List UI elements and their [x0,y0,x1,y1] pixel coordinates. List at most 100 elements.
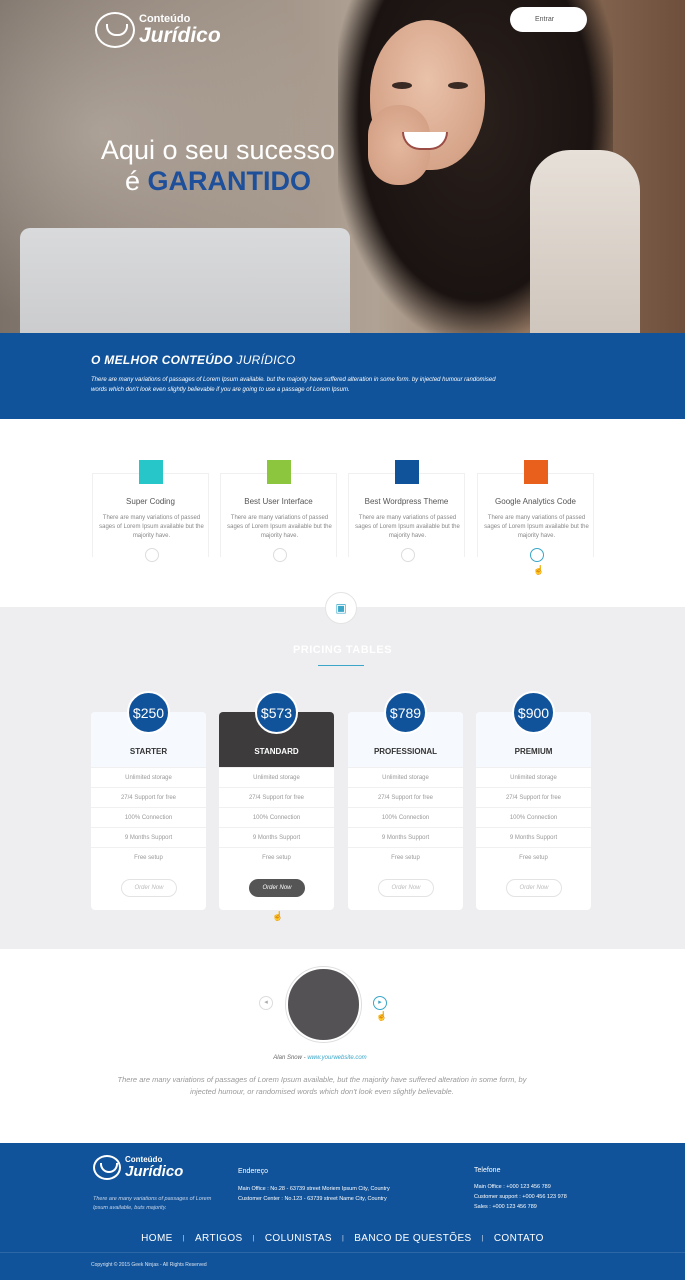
prev-testimonial-button[interactable]: ◂ [259,996,273,1010]
feature-desc: There are many variations of passed sage… [355,515,460,539]
pricing-title: PRICING TABLES [292,644,393,656]
plan-feature: 9 Months Support [219,827,334,847]
phone-line: Customer support : +000 456 123 978 [474,1194,567,1200]
phone-title: Telefone [474,1167,501,1174]
order-now-button[interactable]: Order Now [121,879,177,897]
pricing-title-underline [318,665,364,666]
site-footer: Conteúdo Jurídico There are many variati… [0,1143,685,1280]
plan-price: $573 [255,691,298,734]
hero-section: Conteúdo Jurídico Entrar Aqui o seu suce… [0,0,685,333]
plan-feature: 100% Connection [91,807,206,827]
feature-desc: There are many variations of passed sage… [99,515,204,539]
menu-separator: | [341,1235,345,1242]
plan-name: PROFESSIONAL [373,747,438,756]
pricing-plan: $900 PREMIUM Unlimited storage 27/4 Supp… [476,691,591,910]
hero-woman-shoulder [530,150,640,333]
order-now-button[interactable]: Order Now [378,879,434,897]
plan-feature: Unlimited storage [348,767,463,787]
logo-big-text: Jurídico [139,24,221,47]
feature-card: Google Analytics Code There are many var… [477,460,594,562]
site-logo[interactable]: Conteúdo Jurídico [95,12,221,48]
feature-title: Super Coding [126,497,175,506]
menu-separator: | [481,1235,484,1242]
footer-description: There are many variations of passages of… [93,1196,212,1211]
copyright-text: Copyright © 2015 Geek Ninjas - All Right… [91,1262,207,1268]
feature-more-button[interactable] [145,548,159,562]
plan-name: STARTER [129,747,168,756]
feature-more-button[interactable] [401,548,415,562]
author-name: Alan Snow [273,1055,302,1061]
pricing-plan: $573 STANDARD Unlimited storage 27/4 Sup… [219,691,334,910]
feature-title: Best Wordpress Theme [364,497,449,506]
menu-item-banco-de-questoes[interactable]: BANCO DE QUESTÕES [354,1233,471,1244]
plan-price: $250 [127,691,170,734]
feature-desc: There are many variations of passed sage… [484,515,589,539]
feature-square-icon [395,460,419,484]
testimonial-section: ◂ ▸ ☝ Alan Snow - www.yourwebsite.com Th… [0,949,685,1143]
order-now-button[interactable]: Order Now [506,879,562,897]
footer-divider [0,1252,685,1253]
hero-headline: Aqui o seu sucesso é GARANTIDO [60,135,376,197]
feature-square-icon [524,460,548,484]
hero-eye-left [392,82,412,89]
pricing-section: ▣ PRICING TABLES $250 STARTER Unlimited … [0,592,685,949]
hand-cursor-icon: ☝ [533,565,545,575]
plan-feature: Unlimited storage [91,767,206,787]
pricing-plan: $789 PROFESSIONAL Unlimited storage 27/4… [348,691,463,910]
next-testimonial-button[interactable]: ▸ [373,996,387,1010]
plan-price: $900 [512,691,555,734]
plan-feature: Unlimited storage [476,767,591,787]
author-website-link[interactable]: www.yourwebsite.com [307,1055,366,1061]
phone-line: Sales : +000 123 456 789 [474,1204,537,1210]
address-line: Customer Center : No.123 - 63739 street … [238,1196,387,1202]
plan-feature: 9 Months Support [476,827,591,847]
intro-band: O MELHOR CONTEÚDO JURÍDICO There are man… [0,333,685,419]
footer-logo-big: Jurídico [125,1163,184,1180]
address-line: Main Office : No.28 - 63739 street Morie… [238,1186,390,1192]
plan-feature: 27/4 Support for free [476,787,591,807]
menu-item-home[interactable]: HOME [141,1233,173,1244]
footer-menu: HOME | ARTIGOS | COLUNISTAS | BANCO DE Q… [0,1233,685,1244]
plan-feature: Free setup [219,847,334,867]
intro-title-thin: JURÍDICO [236,353,296,367]
feature-desc: There are many variations of passed sage… [227,515,332,539]
menu-item-contato[interactable]: CONTATO [494,1233,544,1244]
scale-emblem-icon [93,1155,121,1180]
plan-feature: 27/4 Support for free [348,787,463,807]
order-now-button[interactable]: Order Now [249,879,305,897]
hero-line-2-prefix: é [124,166,148,196]
plan-feature: 9 Months Support [348,827,463,847]
plan-feature: 100% Connection [348,807,463,827]
footer-logo[interactable]: Conteúdo Jurídico [93,1155,183,1180]
hero-line-1: Aqui o seu sucesso [100,135,336,165]
testimonial-author: Alan Snow - www.yourwebsite.com [0,1055,640,1061]
features-section: Super Coding There are many variations o… [0,419,685,607]
menu-separator: | [182,1235,185,1242]
hand-cursor-icon: ☝ [272,911,284,921]
menu-item-artigos[interactable]: ARTIGOS [195,1233,243,1244]
plan-feature: Free setup [91,847,206,867]
feature-more-button[interactable] [530,548,544,562]
menu-item-colunistas[interactable]: COLUNISTAS [265,1233,332,1244]
feature-title: Best User Interface [244,497,313,506]
feature-more-button[interactable] [273,548,287,562]
menu-separator: | [252,1235,255,1242]
pricing-plan: $250 STARTER Unlimited storage 27/4 Supp… [91,691,206,910]
plan-feature: 27/4 Support for free [91,787,206,807]
testimonial-avatar [286,967,361,1042]
hand-cursor-icon: ☝ [376,1011,388,1021]
intro-text: There are many variations of passages of… [91,377,496,393]
intro-title: O MELHOR CONTEÚDO JURÍDICO [91,353,295,367]
plan-name: STANDARD [254,747,299,756]
plan-feature: 100% Connection [476,807,591,827]
plan-feature: 100% Connection [219,807,334,827]
plan-price: $789 [384,691,427,734]
feature-card: Best Wordpress Theme There are many vari… [348,460,465,562]
intro-title-bold: O MELHOR CONTEÚDO [91,353,237,367]
enter-button[interactable]: Entrar [510,7,587,32]
feature-title: Google Analytics Code [495,497,576,506]
address-title: Endereço [238,1168,268,1175]
plan-feature: Free setup [348,847,463,867]
plan-name: PREMIUM [514,747,553,756]
plan-feature: 9 Months Support [91,827,206,847]
